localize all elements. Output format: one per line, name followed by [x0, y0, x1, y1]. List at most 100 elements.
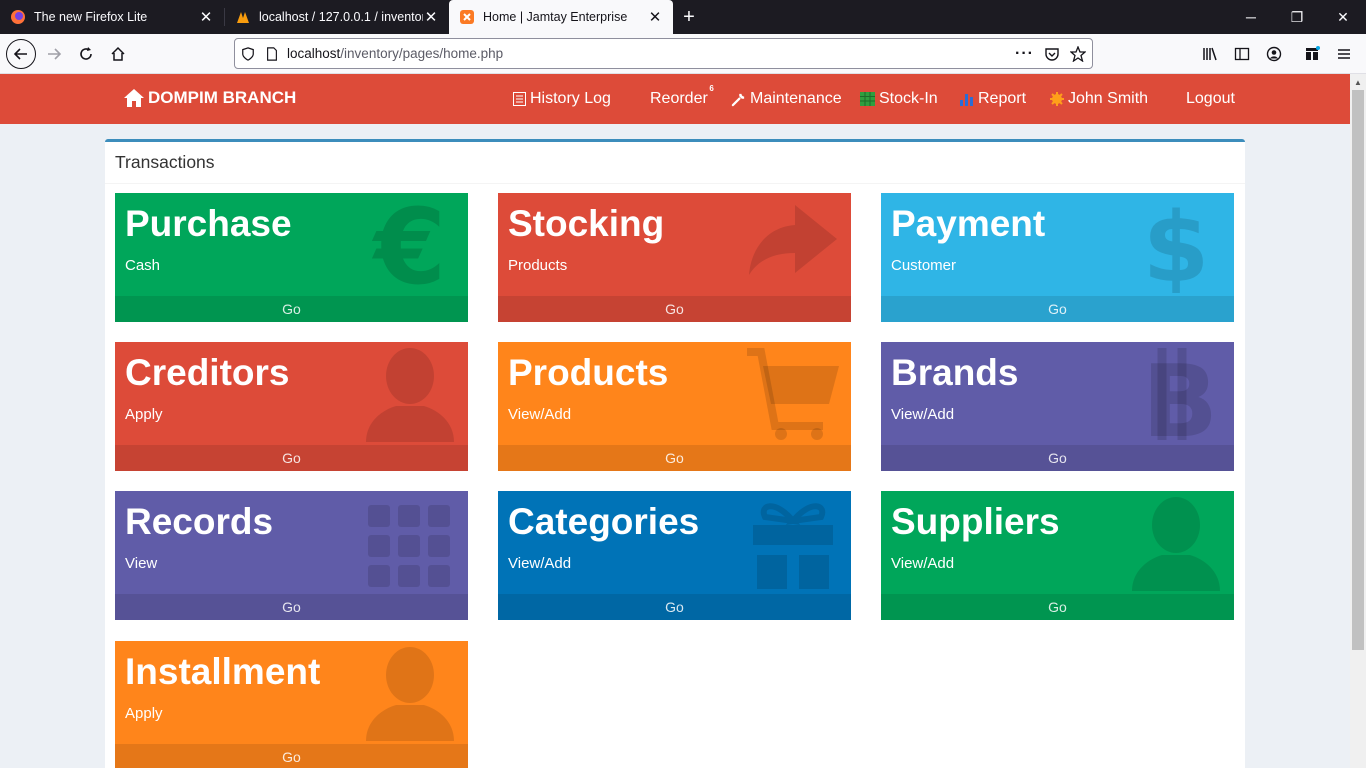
tile-go-link[interactable]: Go — [115, 445, 468, 471]
page-scrollbar[interactable]: ▲ — [1350, 74, 1366, 768]
tile-go-link[interactable]: Go — [498, 296, 851, 322]
tile-payment[interactable]: Payment Customer $ Go — [881, 193, 1234, 322]
close-window-icon[interactable]: ✕ — [1320, 0, 1366, 34]
page-icon — [267, 46, 277, 61]
tile-categories[interactable]: Categories View/Add Go — [498, 491, 851, 620]
brand-link[interactable]: DOMPIM BRANCH — [124, 88, 296, 108]
extensions-button[interactable] — [1296, 38, 1328, 70]
nav-maintenance[interactable]: Maintenance — [731, 90, 842, 108]
close-tab-icon[interactable]: ✕ — [198, 9, 214, 26]
tile-subtitle: Apply — [125, 705, 163, 722]
nav-stock-in[interactable]: Stock-In — [860, 90, 938, 108]
tile-go-link[interactable]: Go — [881, 296, 1234, 322]
tile-go-link[interactable]: Go — [881, 445, 1234, 471]
reload-button[interactable] — [70, 38, 102, 70]
tile-subtitle: View — [125, 555, 158, 572]
tile-go-link[interactable]: Go — [115, 594, 468, 620]
tile-go-link[interactable]: Go — [115, 296, 468, 322]
tile-suppliers[interactable]: Suppliers View/Add Go — [881, 491, 1234, 620]
menu-button[interactable] — [1328, 38, 1360, 70]
tile-title: Brands — [891, 352, 1019, 393]
table-icon — [860, 92, 875, 106]
tile-go-link[interactable]: Go — [115, 744, 468, 768]
tile-subtitle: Cash — [125, 257, 161, 274]
list-icon — [513, 92, 526, 106]
tile-stocking[interactable]: Stocking Products Go — [498, 193, 851, 322]
tile-title: Categories — [508, 501, 700, 542]
sidebar-button[interactable] — [1226, 38, 1258, 70]
browser-toolbar: localhost/inventory/pages/home.php ··· — [0, 34, 1366, 74]
tile-title: Purchase — [125, 203, 292, 244]
account-icon — [1266, 46, 1282, 62]
tile-subtitle: Apply — [125, 406, 163, 423]
tile-purchase[interactable]: Purchase Cash € Go — [115, 193, 468, 322]
shield-icon[interactable] — [241, 46, 255, 61]
tile-subtitle: View/Add — [508, 406, 572, 423]
library-icon — [1203, 47, 1217, 61]
address-bar[interactable]: localhost/inventory/pages/home.php ··· — [234, 38, 1093, 69]
top-navbar: DOMPIM BRANCH History Log Reorder 6 Main… — [0, 74, 1350, 124]
user-icon — [366, 348, 454, 442]
tile-subtitle: View/Add — [508, 555, 572, 572]
tile-title: Creditors — [125, 352, 290, 393]
firefox-icon — [11, 10, 25, 24]
tile-go-link[interactable]: Go — [498, 445, 851, 471]
user-icon — [366, 647, 454, 741]
nav-label: Maintenance — [750, 90, 842, 107]
page-viewport: DOMPIM BRANCH History Log Reorder 6 Main… — [0, 74, 1350, 768]
nav-reorder[interactable]: Reorder 6 — [650, 84, 714, 108]
browser-tab-firefox-lite[interactable]: The new Firefox Lite ✕ — [0, 0, 224, 34]
home-button[interactable] — [102, 38, 134, 70]
tile-subtitle: Customer — [891, 257, 957, 274]
pocket-icon[interactable] — [1044, 46, 1060, 62]
wrench-icon — [731, 93, 745, 106]
library-button[interactable] — [1194, 38, 1226, 70]
tile-go-link[interactable]: Go — [498, 594, 851, 620]
scroll-up-icon[interactable]: ▲ — [1354, 78, 1362, 87]
euro-icon: € — [372, 197, 446, 293]
account-button[interactable] — [1258, 38, 1290, 70]
nav-label: Logout — [1186, 90, 1235, 107]
dollar-icon: $ — [1143, 197, 1210, 293]
tile-records[interactable]: Records View Go — [115, 491, 468, 620]
home-icon — [111, 46, 125, 61]
nav-label: Stock-In — [879, 90, 938, 107]
tile-brands[interactable]: Brands View/Add B Go — [881, 342, 1234, 471]
bar-chart-icon — [960, 94, 973, 106]
tile-installment[interactable]: Installment Apply Go — [115, 641, 468, 768]
minimize-icon[interactable]: ─ — [1228, 0, 1274, 34]
tile-go-link[interactable]: Go — [881, 594, 1234, 620]
share-arrow-icon — [749, 205, 837, 275]
browser-tab-phpmyadmin[interactable]: localhost / 127.0.0.1 / inventory ✕ — [225, 0, 449, 34]
nav-user[interactable]: John Smith — [1050, 90, 1148, 108]
close-tab-icon[interactable]: ✕ — [423, 9, 439, 26]
phpmyadmin-icon — [237, 12, 249, 23]
panel-title: Transactions — [115, 152, 215, 172]
forward-button[interactable] — [38, 38, 70, 70]
bookmark-star-icon[interactable] — [1070, 45, 1086, 62]
sidebar-icon — [1234, 47, 1250, 61]
new-tab-button[interactable]: + — [673, 0, 705, 34]
nav-logout[interactable]: Logout — [1186, 90, 1235, 108]
nav-label: History Log — [530, 90, 611, 107]
tile-products[interactable]: Products View/Add Go — [498, 342, 851, 471]
gear-icon — [1050, 92, 1064, 106]
scrollbar-thumb[interactable] — [1352, 90, 1364, 650]
page-actions-icon[interactable]: ··· — [1015, 45, 1034, 63]
url-text[interactable]: localhost/inventory/pages/home.php — [287, 46, 1015, 61]
grid-icon — [368, 505, 450, 587]
back-button[interactable] — [6, 38, 36, 69]
home-icon — [124, 89, 144, 107]
tile-title: Records — [125, 501, 274, 542]
tile-subtitle: Products — [508, 257, 568, 274]
close-tab-icon[interactable]: ✕ — [647, 9, 663, 26]
tile-creditors[interactable]: Creditors Apply Go — [115, 342, 468, 471]
nav-history-log[interactable]: History Log — [513, 90, 611, 108]
cart-icon — [747, 348, 839, 440]
url-host: localhost — [287, 46, 341, 61]
svg-text:€: € — [372, 197, 446, 293]
restore-icon[interactable]: ❐ — [1274, 0, 1320, 34]
browser-tab-home[interactable]: Home | Jamtay Enterprise ✕ — [449, 0, 673, 34]
nav-report[interactable]: Report — [960, 90, 1026, 108]
reload-icon — [80, 46, 92, 60]
